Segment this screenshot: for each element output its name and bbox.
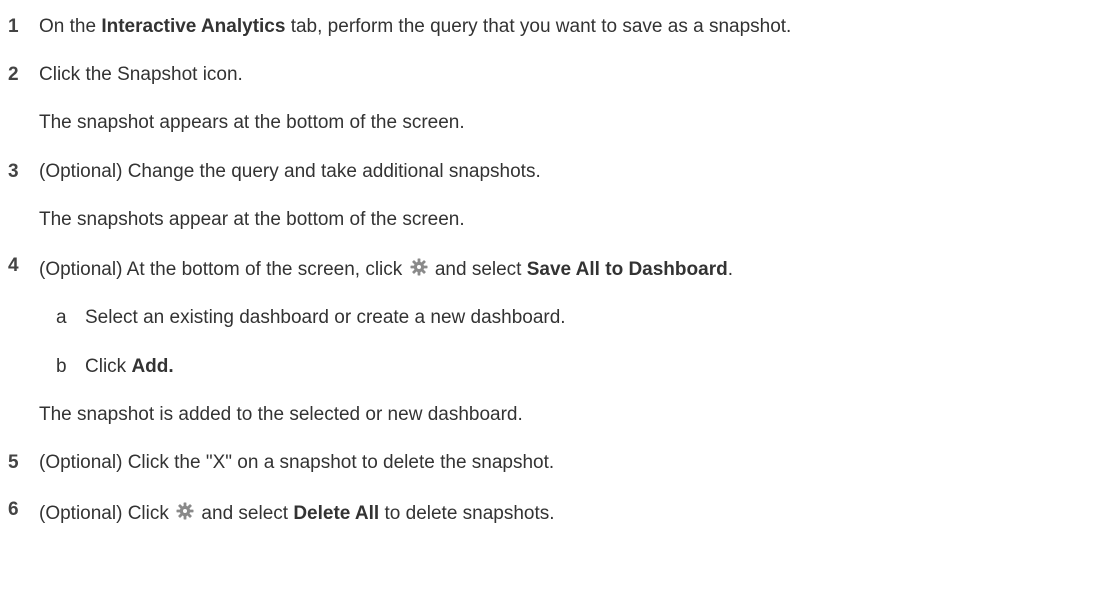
step-number: 6 <box>8 499 19 520</box>
procedure-document: { "steps": [ { "number": "1", "pre": "On… <box>0 0 1115 607</box>
step-text: Click the Snapshot icon. <box>39 64 243 85</box>
step-number: 1 <box>8 16 19 37</box>
substep-text: Select an existing dashboard or create a… <box>85 307 566 328</box>
step-text-part: On the <box>39 16 102 37</box>
step-number: 5 <box>8 452 19 473</box>
gear-icon <box>176 502 194 520</box>
step-text-part: . <box>727 259 733 280</box>
step-text: (Optional) Change the query and take add… <box>39 161 541 182</box>
step-result-text: The snapshot appears at the bottom of th… <box>39 112 465 133</box>
step-text-part: (Optional) Click <box>39 503 175 524</box>
step-result-text: The snapshot is added to the selected or… <box>39 404 523 425</box>
step-text-part: to delete snapshots. <box>379 503 555 524</box>
step-result-text: The snapshots appear at the bottom of th… <box>39 209 465 230</box>
substep-letter: a <box>56 307 67 328</box>
step-text-part: and select <box>429 259 527 280</box>
substep-text: Click Add. <box>85 356 174 378</box>
step-text: On the Interactive Analytics tab, perfor… <box>39 16 791 38</box>
step-number: 2 <box>8 64 19 85</box>
step-text: (Optional) Click the "X" on a snapshot t… <box>39 452 555 473</box>
ui-label-bold: Add. <box>131 356 174 377</box>
step-number: 3 <box>8 161 19 182</box>
step-text: (Optional) At the bottom of the screen, … <box>39 258 733 281</box>
ui-label-bold: Save All to Dashboard <box>526 259 728 280</box>
step-text: (Optional) Click and select Delete All t… <box>39 502 555 525</box>
step-text-part: (Optional) At the bottom of the screen, … <box>39 259 408 280</box>
ui-label-bold: Interactive Analytics <box>101 16 286 37</box>
step-number: 4 <box>8 255 19 276</box>
step-text-part: Click <box>85 356 132 377</box>
substep-letter: b <box>56 356 67 377</box>
step-text-part: and select <box>196 503 294 524</box>
step-text-part: tab, perform the query that you want to … <box>285 16 792 37</box>
ui-label-bold: Delete All <box>293 503 380 524</box>
gear-icon <box>410 258 428 276</box>
